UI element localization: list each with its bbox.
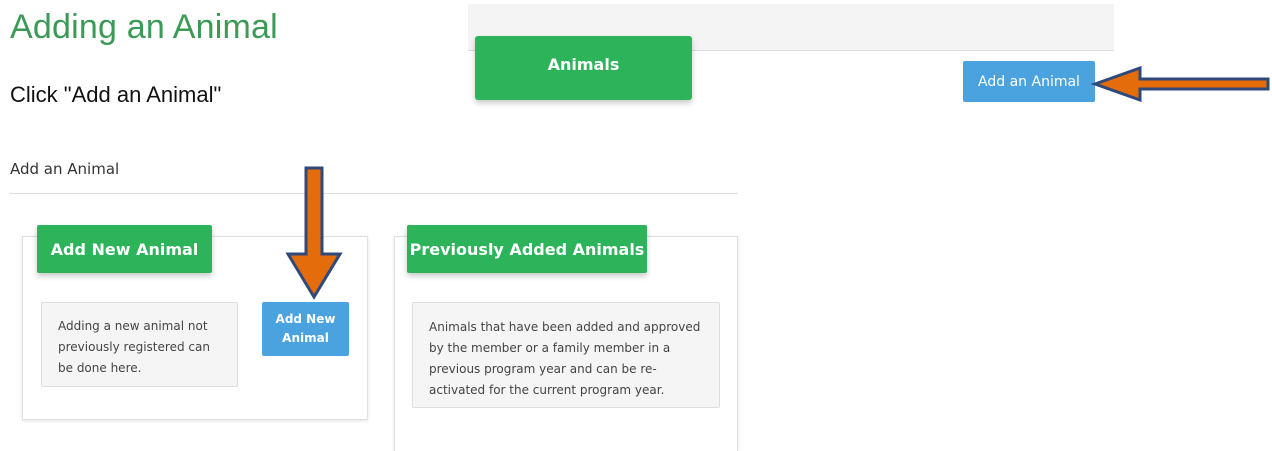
- previously-added-animals-description: Animals that have been added and approve…: [412, 302, 720, 408]
- down-arrow-icon: [285, 166, 343, 300]
- add-new-animal-button-label: Add New Animal: [275, 312, 336, 345]
- left-arrow-icon: [1090, 65, 1270, 103]
- add-new-animal-header: Add New Animal: [37, 225, 212, 273]
- previously-added-animals-header: Previously Added Animals: [407, 225, 647, 273]
- slide-title: Adding an Animal: [10, 8, 278, 46]
- add-new-animal-description: Adding a new animal not previously regis…: [41, 302, 238, 387]
- heading-divider: [10, 193, 738, 194]
- top-screenshot: Animals Add an Animal: [468, 4, 1114, 108]
- animals-tab[interactable]: Animals: [475, 36, 692, 100]
- add-new-animal-button[interactable]: Add New Animal: [262, 302, 349, 356]
- slide-instruction: Click "Add an Animal": [10, 82, 222, 107]
- page-heading: Add an Animal: [10, 160, 120, 178]
- add-an-animal-button[interactable]: Add an Animal: [963, 61, 1095, 102]
